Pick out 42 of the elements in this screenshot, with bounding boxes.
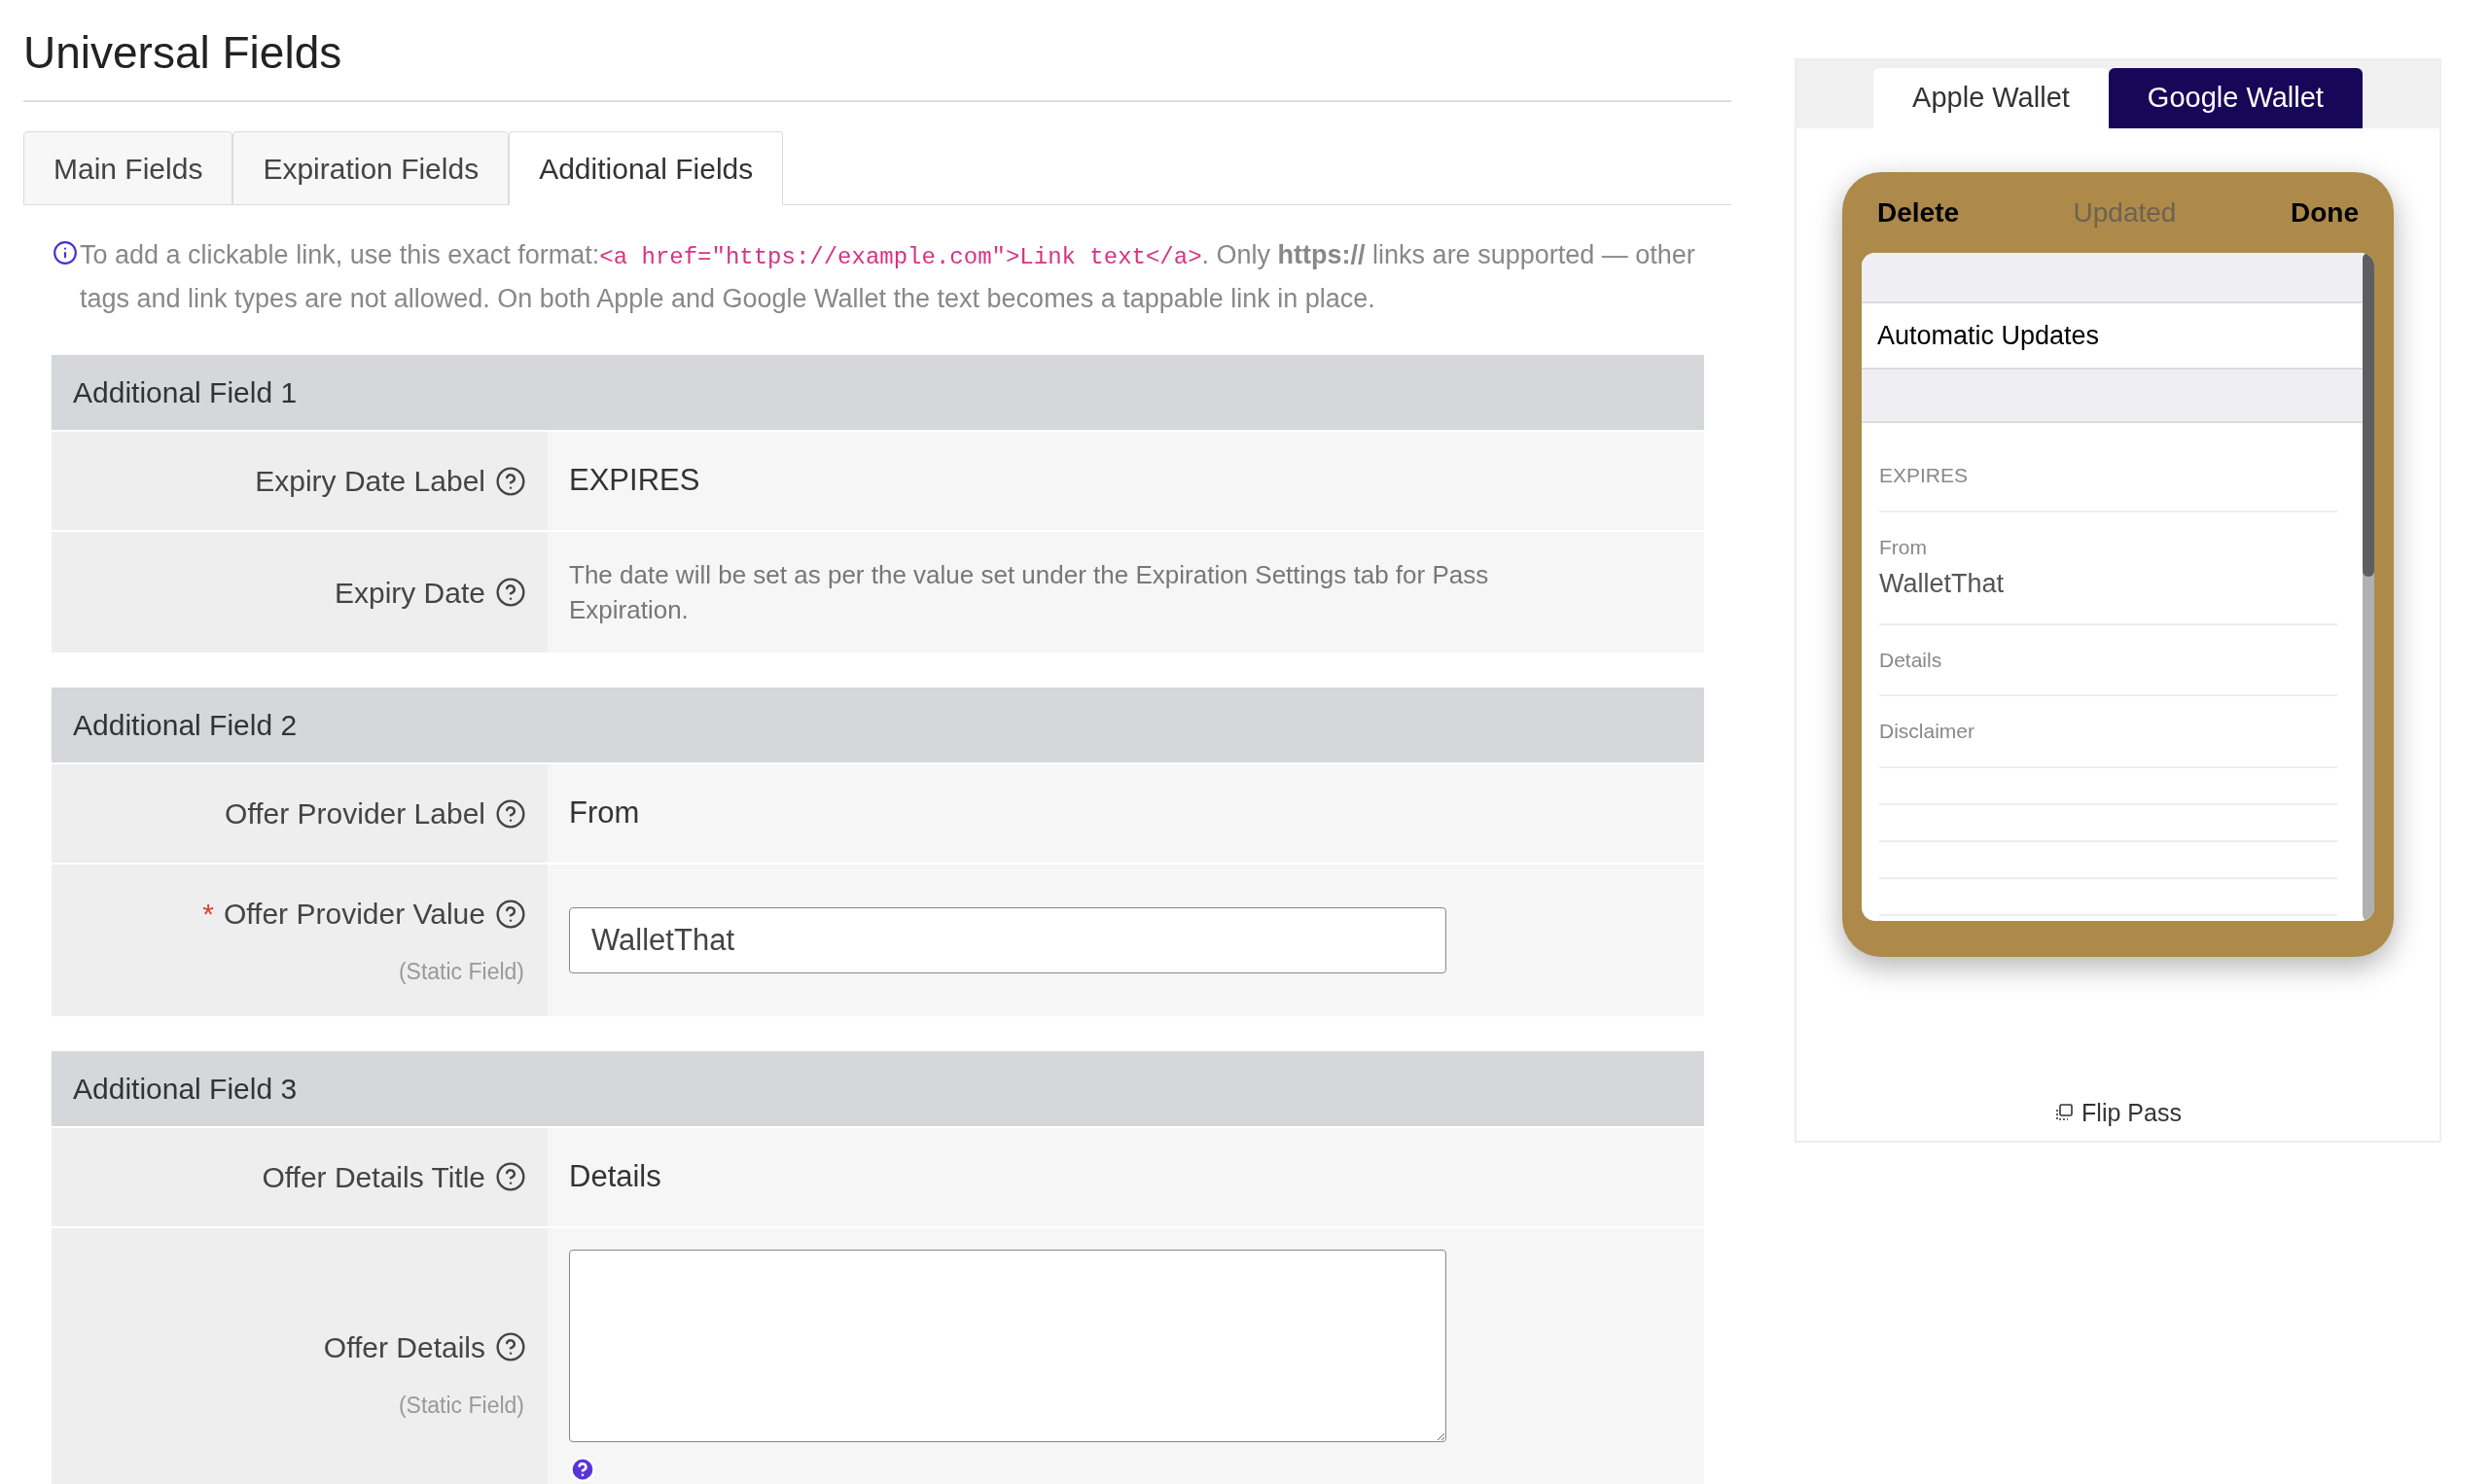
field-value: From xyxy=(569,795,640,832)
pass-field-label: From xyxy=(1879,534,1928,560)
page-title: Universal Fields xyxy=(23,19,1731,102)
help-icon[interactable] xyxy=(495,1331,526,1362)
status-text: Updated xyxy=(2073,195,2177,230)
done-button[interactable]: Done xyxy=(2291,192,2359,233)
pass-field-label: EXPIRES xyxy=(1879,463,1970,488)
pass-field-value: WalletThat xyxy=(1879,568,2006,600)
tab[interactable]: Additional Fields xyxy=(509,131,784,205)
field-label: Offer Provider Value xyxy=(223,897,485,932)
tab[interactable]: Expiration Fields xyxy=(232,131,510,205)
field-label: Offer Details xyxy=(323,1329,485,1365)
input-field[interactable]: WalletThat xyxy=(569,906,1446,973)
field-hint: (Static Field) xyxy=(398,1391,525,1420)
flip-pass-button[interactable]: Flip Pass xyxy=(2054,1094,2182,1131)
pass-field-label: Disclaimer xyxy=(1879,719,1975,744)
help-icon[interactable] xyxy=(495,898,526,930)
help-icon[interactable] xyxy=(495,797,526,830)
help-icon[interactable] xyxy=(495,577,526,608)
wallet-tab[interactable]: Google Wallet xyxy=(2108,68,2363,128)
required-mark: * xyxy=(202,897,214,932)
field-hint: (Static Field) xyxy=(398,958,525,986)
wallet-tab[interactable]: Apple Wallet xyxy=(1873,68,2109,128)
field-note: The date will be set as per the value set under the Expiration Settings tab for Pass Expiration. xyxy=(569,559,1490,626)
section-header: Additional Field 2 xyxy=(52,688,1704,762)
field-label: Expiry Date xyxy=(334,575,485,611)
field-label: Expiry Date Label xyxy=(255,464,485,499)
flip-icon xyxy=(2054,1103,2075,1123)
help-icon[interactable] xyxy=(495,465,526,497)
field-value: Details xyxy=(569,1157,661,1195)
field-label: Offer Provider Label xyxy=(225,796,485,831)
delete-button[interactable]: Delete xyxy=(1877,192,1960,233)
help-icon[interactable] xyxy=(495,1161,526,1192)
info-icon xyxy=(53,240,78,265)
tab[interactable]: Main Fields xyxy=(23,131,233,205)
section-header: Additional Field 3 xyxy=(52,1050,1704,1126)
info-text: To add a clickable link, use this exact format:<a href="https://example.com">Link text</a>. Only https:// links are supported — other tags and link types are not allowed. On both Apple and Google Wallet the text becomes a tappable link in place. xyxy=(80,239,1696,315)
field-value: EXPIRES xyxy=(569,462,700,500)
pass-field-label: Details xyxy=(1879,647,1943,673)
section-header: Additional Field 1 xyxy=(52,355,1704,430)
settings-heading: Automatic Updates xyxy=(1877,319,2100,352)
field-label: Offer Details Title xyxy=(262,1159,485,1195)
